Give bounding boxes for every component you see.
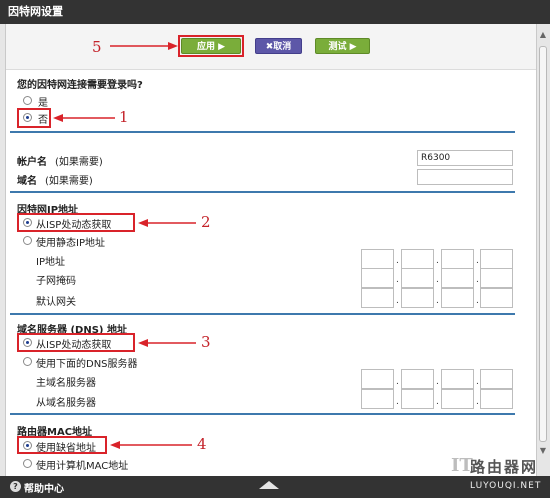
dot: .: [476, 256, 479, 266]
scroll-down-icon[interactable]: ▼: [538, 446, 548, 456]
dns-dynamic-label: 从ISP处动态获取: [36, 340, 112, 351]
frame-left: [0, 24, 6, 476]
radio-ip-static[interactable]: [23, 236, 32, 245]
annotation-number-2: 2: [201, 213, 211, 231]
secondary-dns-octet-4[interactable]: [480, 389, 513, 409]
login-question-label: 您的因特网连接需要登录吗?: [17, 80, 143, 91]
radio-dns-dynamic[interactable]: [23, 338, 32, 347]
apply-button[interactable]: 应用 ▶: [181, 38, 241, 54]
ip-octet-2[interactable]: [401, 249, 434, 269]
subnet-mask-label: 子网掩码: [36, 276, 76, 287]
dns-manual-label: 使用下面的DNS服务器: [36, 359, 138, 370]
radio-login-no[interactable]: [23, 113, 32, 122]
annotation-number-4: 4: [197, 435, 207, 453]
primary-dns-octet-4[interactable]: [480, 369, 513, 389]
login-no-label: 否: [38, 115, 48, 126]
gateway-octet-3[interactable]: [441, 288, 474, 308]
section-divider: [10, 313, 515, 315]
ip-static-label: 使用静态IP地址: [36, 238, 105, 249]
section-divider: [10, 413, 515, 415]
dot: .: [436, 377, 439, 387]
secondary-dns-octet-1[interactable]: [361, 389, 394, 409]
radio-ip-dynamic[interactable]: [23, 218, 32, 227]
ip-address-label: IP地址: [36, 257, 65, 268]
secondary-dns-octet-2[interactable]: [401, 389, 434, 409]
subnet-octet-4[interactable]: [480, 268, 513, 288]
primary-dns-octet-2[interactable]: [401, 369, 434, 389]
annotation-arrow-3: [138, 339, 196, 347]
annotation-arrow-5: [110, 42, 178, 50]
gateway-octet-2[interactable]: [401, 288, 434, 308]
annotation-number-1: 1: [119, 108, 129, 126]
dot: .: [396, 275, 399, 285]
annotation-number-5: 5: [92, 38, 102, 56]
question-mark-icon[interactable]: ?: [10, 481, 21, 492]
radio-dns-manual[interactable]: [23, 357, 32, 366]
ip-octet-4[interactable]: [480, 249, 513, 269]
annotation-arrow-1: [53, 114, 115, 122]
expand-up-icon[interactable]: [259, 481, 279, 489]
watermark-site: 路由器网: [470, 458, 539, 476]
dot: .: [396, 377, 399, 387]
scrollbar-thumb[interactable]: [539, 46, 547, 442]
help-center-link[interactable]: 帮助中心: [24, 480, 64, 495]
gateway-octet-4[interactable]: [480, 288, 513, 308]
gateway-octet-1[interactable]: [361, 288, 394, 308]
subnet-octet-2[interactable]: [401, 268, 434, 288]
account-name-label: 帐户名: [17, 157, 47, 168]
primary-dns-octet-3[interactable]: [441, 369, 474, 389]
dot: .: [436, 256, 439, 266]
domain-name-label: 域名: [17, 176, 37, 187]
login-yes-label: 是: [38, 98, 48, 109]
dot: .: [476, 377, 479, 387]
dot: .: [436, 296, 439, 306]
ip-octet-3[interactable]: [441, 249, 474, 269]
gateway-label: 默认网关: [36, 297, 76, 308]
section-divider: [10, 131, 515, 133]
window-title: 因特网设置: [0, 0, 550, 24]
dot: .: [476, 296, 479, 306]
mac-computer-label: 使用计算机MAC地址: [36, 461, 129, 472]
dot: .: [436, 275, 439, 285]
ip-dynamic-label: 从ISP处动态获取: [36, 220, 112, 231]
dot: .: [436, 397, 439, 407]
mac-default-label: 使用缺省地址: [36, 443, 96, 454]
annotation-arrow-2: [138, 219, 196, 227]
annotation-arrow-4: [110, 441, 192, 449]
radio-mac-default[interactable]: [23, 441, 32, 450]
primary-dns-octet-1[interactable]: [361, 369, 394, 389]
cancel-button[interactable]: ✖取消: [255, 38, 302, 54]
domain-name-hint: (如果需要): [45, 176, 93, 187]
dot: .: [476, 397, 479, 407]
test-button[interactable]: 测试 ▶: [315, 38, 370, 54]
watermark-url: LUYOUQI.NET: [470, 481, 542, 491]
domain-name-input[interactable]: [417, 169, 513, 185]
subnet-octet-1[interactable]: [361, 268, 394, 288]
secondary-dns-octet-3[interactable]: [441, 389, 474, 409]
dot: .: [396, 256, 399, 266]
account-name-hint: (如果需要): [55, 157, 103, 168]
radio-mac-computer[interactable]: [23, 459, 32, 468]
ip-octet-1[interactable]: [361, 249, 394, 269]
subnet-octet-3[interactable]: [441, 268, 474, 288]
dot: .: [396, 296, 399, 306]
dot: .: [476, 275, 479, 285]
dot: .: [396, 397, 399, 407]
annotation-number-3: 3: [201, 333, 211, 351]
section-divider: [10, 191, 515, 193]
radio-login-yes[interactable]: [23, 96, 32, 105]
scroll-up-icon[interactable]: ▲: [538, 30, 548, 40]
account-name-input[interactable]: R6300: [417, 150, 513, 166]
primary-dns-label: 主域名服务器: [36, 378, 96, 389]
secondary-dns-label: 从域名服务器: [36, 398, 96, 409]
